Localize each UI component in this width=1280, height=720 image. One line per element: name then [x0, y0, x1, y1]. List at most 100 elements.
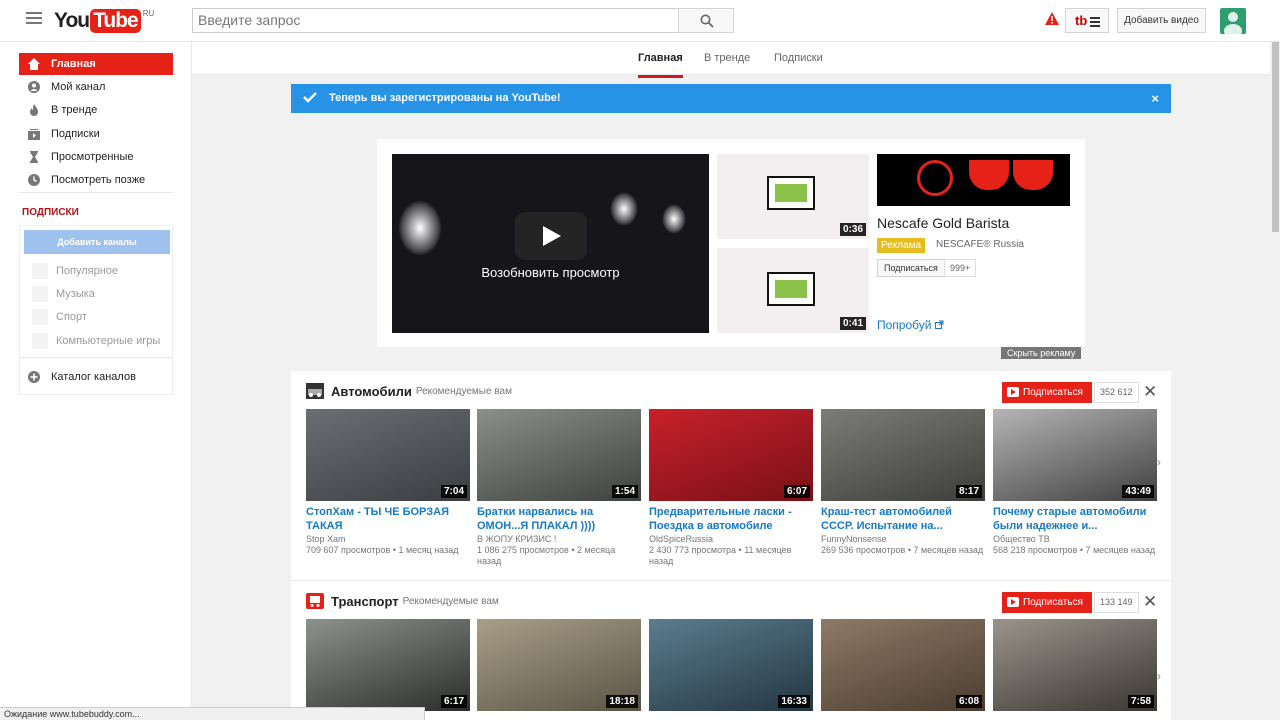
masthead: You Tube RU Введите запрос tb Добавить в…	[0, 0, 1280, 42]
thumb-graphic	[767, 272, 815, 306]
chevron-right-icon[interactable]: ›	[1157, 455, 1161, 469]
video-duration: 18:18	[606, 695, 638, 708]
close-icon[interactable]: ×	[1151, 91, 1159, 106]
avatar[interactable]	[1220, 8, 1246, 34]
scrollbar-thumb[interactable]	[1272, 42, 1279, 232]
shelf-header: Автомобили Рекомендуемые вам	[306, 383, 512, 399]
channel-label: Музыка	[56, 288, 95, 300]
video-title[interactable]: СтопХам - ТЫ ЧЕ БОРЗАЯ ТАКАЯ	[306, 505, 466, 533]
logo-tube: Tube	[90, 9, 141, 33]
car-icon	[306, 383, 324, 399]
sidebar-item-subscriptions[interactable]: Подписки	[19, 123, 173, 145]
video-thumbnail[interactable]: 6:17	[306, 619, 470, 711]
channel-label: Популярное	[56, 265, 119, 277]
shelf-title[interactable]: Транспорт	[331, 594, 399, 609]
suggested-channel-sport[interactable]: Спорт	[32, 308, 172, 326]
video-duration: 6:07	[783, 485, 810, 498]
chevron-right-icon[interactable]: ›	[1157, 669, 1161, 683]
add-channels-button[interactable]: Добавить каналы	[24, 230, 170, 254]
sidebar-item-label: Мой канал	[51, 81, 106, 93]
sidebar-item-home[interactable]: Главная	[19, 53, 173, 75]
guide-menu-icon[interactable]	[26, 12, 42, 28]
suggested-channel-popular[interactable]: Популярное	[32, 262, 172, 280]
sidebar-item-label: В тренде	[51, 104, 98, 116]
video-thumbnail[interactable]: 7:04	[306, 409, 470, 501]
tubebuddy-button[interactable]: tb	[1065, 8, 1109, 33]
tab-subscriptions[interactable]: Подписки	[774, 52, 823, 64]
video-thumbnail[interactable]: 8:17	[821, 409, 985, 501]
sidebar-item-label: Посмотреть позже	[51, 174, 146, 186]
check-icon	[303, 92, 317, 103]
resume-label: Возобновить просмотр	[481, 265, 620, 280]
video-title[interactable]: Краш-тест автомобилей СССР. Испытание на…	[821, 505, 981, 533]
close-icon[interactable]: ✕	[1143, 382, 1157, 402]
youtube-logo[interactable]: You Tube RU	[54, 9, 154, 33]
ad-video-thumb[interactable]: 0:41	[717, 248, 869, 333]
home-icon	[28, 58, 40, 70]
tab-trending[interactable]: В тренде	[704, 52, 750, 64]
page-scrollbar[interactable]	[1270, 42, 1280, 720]
video-thumbnail[interactable]: 43:49	[993, 409, 1157, 501]
search-button[interactable]	[678, 8, 734, 33]
hide-ad-button[interactable]: Скрыть рекламу	[1001, 347, 1082, 359]
video-duration: 7:58	[1127, 695, 1154, 708]
ad-title[interactable]: Nescafe Gold Barista	[877, 215, 1009, 231]
shelf-reason: Рекомендуемые вам	[415, 385, 512, 397]
ad-channel[interactable]: NESCAFE® Russia	[936, 239, 1024, 250]
video-duration: 7:04	[440, 485, 467, 498]
video-thumbnail[interactable]: 1:54	[477, 409, 641, 501]
user-icon	[28, 81, 40, 93]
suggested-channel-music[interactable]: Музыка	[32, 285, 172, 303]
sidebar-item-watch-later[interactable]: Посмотреть позже	[19, 169, 173, 191]
ad-subscribe-button[interactable]: Подписаться	[877, 259, 945, 277]
video-title[interactable]: Предварительные ласки - Поездка в автомо…	[649, 505, 809, 533]
clock-icon	[28, 174, 40, 186]
ad-video-player[interactable]: Возобновить просмотр	[392, 154, 709, 333]
banner-shape	[917, 160, 953, 196]
search-input[interactable]: Введите запрос	[192, 8, 679, 33]
warning-icon[interactable]	[1045, 12, 1059, 25]
ad-video-thumb[interactable]: 0:36	[717, 154, 869, 239]
ad-banner-image[interactable]	[877, 154, 1070, 206]
close-icon[interactable]: ✕	[1143, 592, 1157, 612]
search-icon	[700, 14, 714, 28]
video-thumbnail[interactable]: 6:07	[649, 409, 813, 501]
ad-cta-link[interactable]: Попробуй	[877, 318, 944, 332]
subscribe-button[interactable]: Подписаться	[1002, 592, 1092, 613]
shelf-title[interactable]: Автомобили	[331, 384, 412, 399]
sidebar-item-trending[interactable]: В тренде	[19, 99, 173, 121]
tubebuddy-label: tb	[1075, 13, 1088, 28]
video-channel[interactable]: OldSpiceRussia	[649, 534, 713, 544]
browser-status-bar: Ожидание www.tubebuddy.com...	[0, 707, 425, 720]
video-channel[interactable]: Stop Xam	[306, 534, 346, 544]
sidebar-item-label: Подписки	[51, 128, 100, 140]
video-thumbnail[interactable]: 6:08	[821, 619, 985, 711]
tab-home[interactable]: Главная	[638, 52, 683, 78]
channel-thumb	[32, 333, 48, 349]
video-duration: 1:54	[611, 485, 638, 498]
video-duration: 0:41	[839, 317, 866, 330]
sidebar-item-history[interactable]: Просмотренные	[19, 146, 173, 168]
thumb-graphic	[767, 176, 815, 210]
sidebar: Главная Мой канал В тренде Подписки Прос…	[0, 42, 192, 720]
video-thumbnail[interactable]: 18:18	[477, 619, 641, 711]
suggested-channel-games[interactable]: Компьютерные игры	[32, 332, 172, 350]
channel-catalog-link[interactable]: Каталог каналов	[19, 366, 173, 388]
video-meta: 568 218 просмотров • 7 месяцев назад	[993, 545, 1156, 555]
video-thumbnail[interactable]: 7:58	[993, 619, 1157, 711]
play-icon[interactable]	[515, 212, 587, 260]
video-title[interactable]: Почему старые автомобили были надежнее и…	[993, 505, 1153, 533]
transport-icon	[306, 593, 324, 609]
subscriber-count: 133 149	[1094, 592, 1139, 613]
video-thumbnail[interactable]: 16:33	[649, 619, 813, 711]
channel-thumb	[32, 286, 48, 302]
video-duration: 16:33	[778, 695, 810, 708]
video-channel[interactable]: Общество ТВ	[993, 534, 1050, 544]
video-channel[interactable]: FunnyNonsense	[821, 534, 887, 544]
upload-button[interactable]: Добавить видео	[1117, 8, 1206, 33]
subscribe-button[interactable]: Подписаться	[1002, 382, 1092, 403]
video-title[interactable]: Братки нарвались на ОМОН...Я ПЛАКАЛ ))))	[477, 505, 637, 533]
video-channel[interactable]: В ЖОПУ КРИЗИС !	[477, 534, 556, 544]
sidebar-item-label: Просмотренные	[51, 151, 134, 163]
sidebar-item-my-channel[interactable]: Мой канал	[19, 76, 173, 98]
